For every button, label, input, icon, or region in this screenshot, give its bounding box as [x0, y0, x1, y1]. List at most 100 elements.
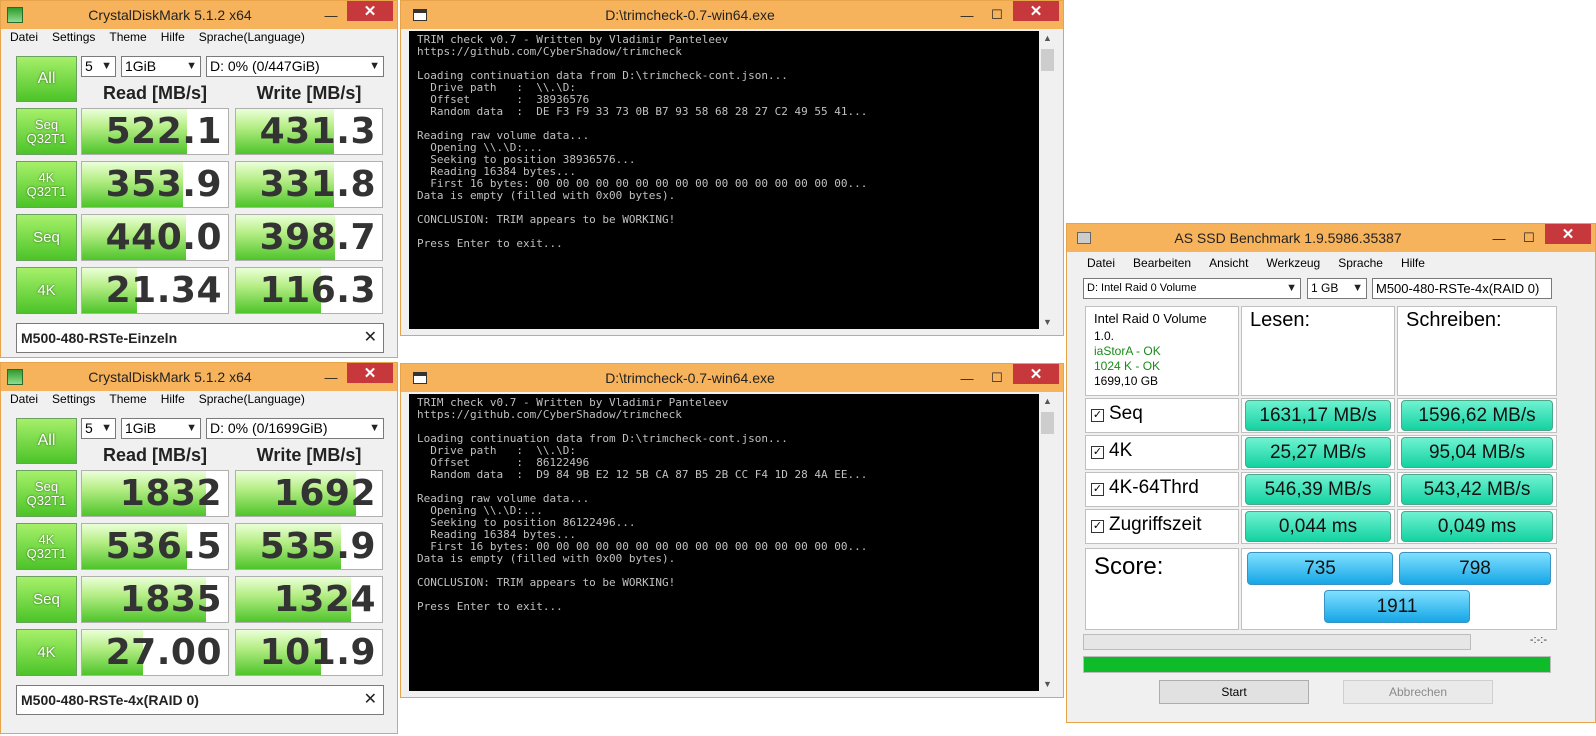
drive-select[interactable]: D: 0% (0/447GiB) ▼: [206, 56, 384, 77]
result-value: 101.9: [259, 632, 376, 673]
close-icon[interactable]: ✕: [1545, 224, 1591, 244]
drive-capacity: 1699,10 GB: [1094, 374, 1159, 388]
close-icon[interactable]: ✕: [1013, 1, 1059, 21]
start-button[interactable]: Start: [1159, 680, 1309, 704]
menu-datei[interactable]: Datei: [10, 391, 38, 409]
result-value: 440.0: [105, 217, 222, 258]
seq-q32t1-button[interactable]: Seq Q32T1: [16, 470, 77, 517]
menu-datei[interactable]: Datei: [1087, 254, 1115, 272]
menu-language[interactable]: Sprache(Language): [199, 29, 305, 47]
close-icon[interactable]: ✕: [1013, 364, 1059, 384]
menu-ansicht[interactable]: Ansicht: [1209, 254, 1248, 272]
minimize-icon[interactable]: —: [1485, 228, 1513, 248]
all-button[interactable]: All: [16, 56, 77, 102]
score-read: 735: [1247, 552, 1393, 585]
chevron-down-icon: ▼: [369, 60, 380, 72]
test-write-value: 1596,62 MB/s: [1401, 400, 1553, 431]
maximize-icon[interactable]: ☐: [983, 5, 1011, 25]
result-value: 431.3: [259, 111, 376, 152]
test-write-value: 543,42 MB/s: [1401, 474, 1553, 505]
console-scrollbar[interactable]: ▲ ▼: [1039, 394, 1056, 691]
result-value: 535.9: [259, 526, 376, 567]
menu-hilfe[interactable]: Hilfe: [1401, 254, 1425, 272]
test-checkbox[interactable]: ✓: [1091, 409, 1104, 422]
comment-input[interactable]: M500-480-RSTe-4x(RAID 0) ✕: [16, 685, 384, 715]
scroll-up-icon[interactable]: ▲: [1039, 33, 1056, 43]
comment-text: M500-480-RSTe-4x(RAID 0): [21, 692, 199, 708]
seq-button[interactable]: Seq: [16, 576, 77, 623]
result-value: 398.7: [259, 217, 376, 258]
console-scrollbar[interactable]: ▲ ▼: [1039, 31, 1056, 329]
cdm-window-1: CrystalDiskMark 5.1.2 x64 — ✕ Datei Sett…: [0, 0, 398, 358]
read-header-box: Lesen:: [1241, 306, 1395, 396]
cancel-button[interactable]: Abbrechen: [1343, 680, 1493, 704]
read-header: Read [MB/s]: [102, 445, 207, 465]
close-icon[interactable]: ✕: [347, 363, 393, 383]
scroll-thumb[interactable]: [1041, 49, 1054, 71]
comment-input[interactable]: M500-480-RSTe-Einzeln ✕: [16, 323, 384, 353]
menu-theme[interactable]: Theme: [109, 29, 146, 47]
menu-hilfe[interactable]: Hilfe: [161, 391, 185, 409]
test-checkbox[interactable]: ✓: [1091, 483, 1104, 496]
size-select[interactable]: 1GiB ▼: [121, 418, 201, 439]
close-icon[interactable]: ✕: [347, 1, 393, 21]
test-write-value: 0,049 ms: [1401, 511, 1553, 542]
menu-theme[interactable]: Theme: [109, 391, 146, 409]
test-checkbox[interactable]: ✓: [1091, 520, 1104, 533]
scroll-up-icon[interactable]: ▲: [1039, 396, 1056, 406]
4k-button[interactable]: 4K: [16, 267, 77, 314]
maximize-icon[interactable]: ☐: [1515, 228, 1543, 248]
4k-write: 101.9: [235, 629, 383, 676]
all-button[interactable]: All: [16, 418, 77, 464]
maximize-icon[interactable]: ☐: [983, 368, 1011, 388]
minimize-icon[interactable]: —: [317, 5, 345, 25]
drive-info-panel: Intel Raid 0 Volume 1.0. iaStorA - OK 10…: [1085, 306, 1239, 396]
result-value: 27.00: [105, 632, 222, 673]
drive-select[interactable]: D: Intel Raid 0 Volume ▼: [1083, 278, 1301, 299]
scroll-thumb[interactable]: [1041, 412, 1054, 434]
menu-language[interactable]: Sprache(Language): [199, 391, 305, 409]
4k-q32t1-button[interactable]: 4K Q32T1: [16, 161, 77, 208]
clear-icon[interactable]: ✕: [364, 686, 377, 714]
score-label: Score:: [1094, 553, 1164, 580]
minimize-icon[interactable]: —: [317, 367, 345, 387]
test-progress-bar: [1083, 634, 1471, 650]
test-checkbox[interactable]: ✓: [1091, 446, 1104, 459]
count-select[interactable]: 5 ▼: [81, 56, 116, 77]
menu-werkzeug[interactable]: Werkzeug: [1266, 254, 1320, 272]
seq-button[interactable]: Seq: [16, 214, 77, 261]
scroll-down-icon[interactable]: ▼: [1039, 679, 1056, 689]
count-select[interactable]: 5 ▼: [81, 418, 116, 439]
menu-bearbeiten[interactable]: Bearbeiten: [1133, 254, 1191, 272]
menu-datei[interactable]: Datei: [10, 29, 38, 47]
menu-settings[interactable]: Settings: [52, 29, 95, 47]
trimcheck-title-2: D:\trimcheck-0.7-win64.exe: [605, 370, 775, 386]
overall-progress-bar: [1083, 656, 1551, 673]
console-output: TRIM check v0.7 - Written by Vladimir Pa…: [409, 394, 1039, 691]
menu-hilfe[interactable]: Hilfe: [161, 29, 185, 47]
minimize-icon[interactable]: —: [953, 368, 981, 388]
cdm-menubar-2: Datei Settings Theme Hilfe Sprache(Langu…: [1, 391, 397, 409]
size-select[interactable]: 1GiB ▼: [121, 56, 201, 77]
trimcheck-window-2: D:\trimcheck-0.7-win64.exe — ☐ ✕ TRIM ch…: [400, 363, 1064, 698]
minimize-icon[interactable]: —: [953, 5, 981, 25]
test-label: Seq: [1109, 403, 1143, 424]
scroll-down-icon[interactable]: ▼: [1039, 317, 1056, 327]
test-label: 4K-64Thrd: [1109, 477, 1199, 498]
chevron-down-icon: ▼: [369, 422, 380, 434]
seq-q32t1-button[interactable]: Seq Q32T1: [16, 108, 77, 155]
4k-q32t1-button[interactable]: 4K Q32T1: [16, 523, 77, 570]
drive-select[interactable]: D: 0% (0/1699GiB) ▼: [206, 418, 384, 439]
clear-icon[interactable]: ✕: [364, 324, 377, 352]
write-header: Write [MB/s]: [256, 445, 362, 465]
row-label: Seq: [34, 478, 59, 494]
menu-settings[interactable]: Settings: [52, 391, 95, 409]
count-value: 5: [85, 58, 93, 74]
cdm-app-icon: [7, 369, 23, 385]
comment-input[interactable]: M500-480-RSTe-4x(RAID 0): [1372, 278, 1552, 299]
cdm-app-icon: [7, 7, 23, 23]
menu-sprache[interactable]: Sprache: [1338, 254, 1383, 272]
size-select[interactable]: 1 GB ▼: [1307, 278, 1367, 299]
4k-button[interactable]: 4K: [16, 629, 77, 676]
score-label-box: Score:: [1085, 548, 1239, 630]
